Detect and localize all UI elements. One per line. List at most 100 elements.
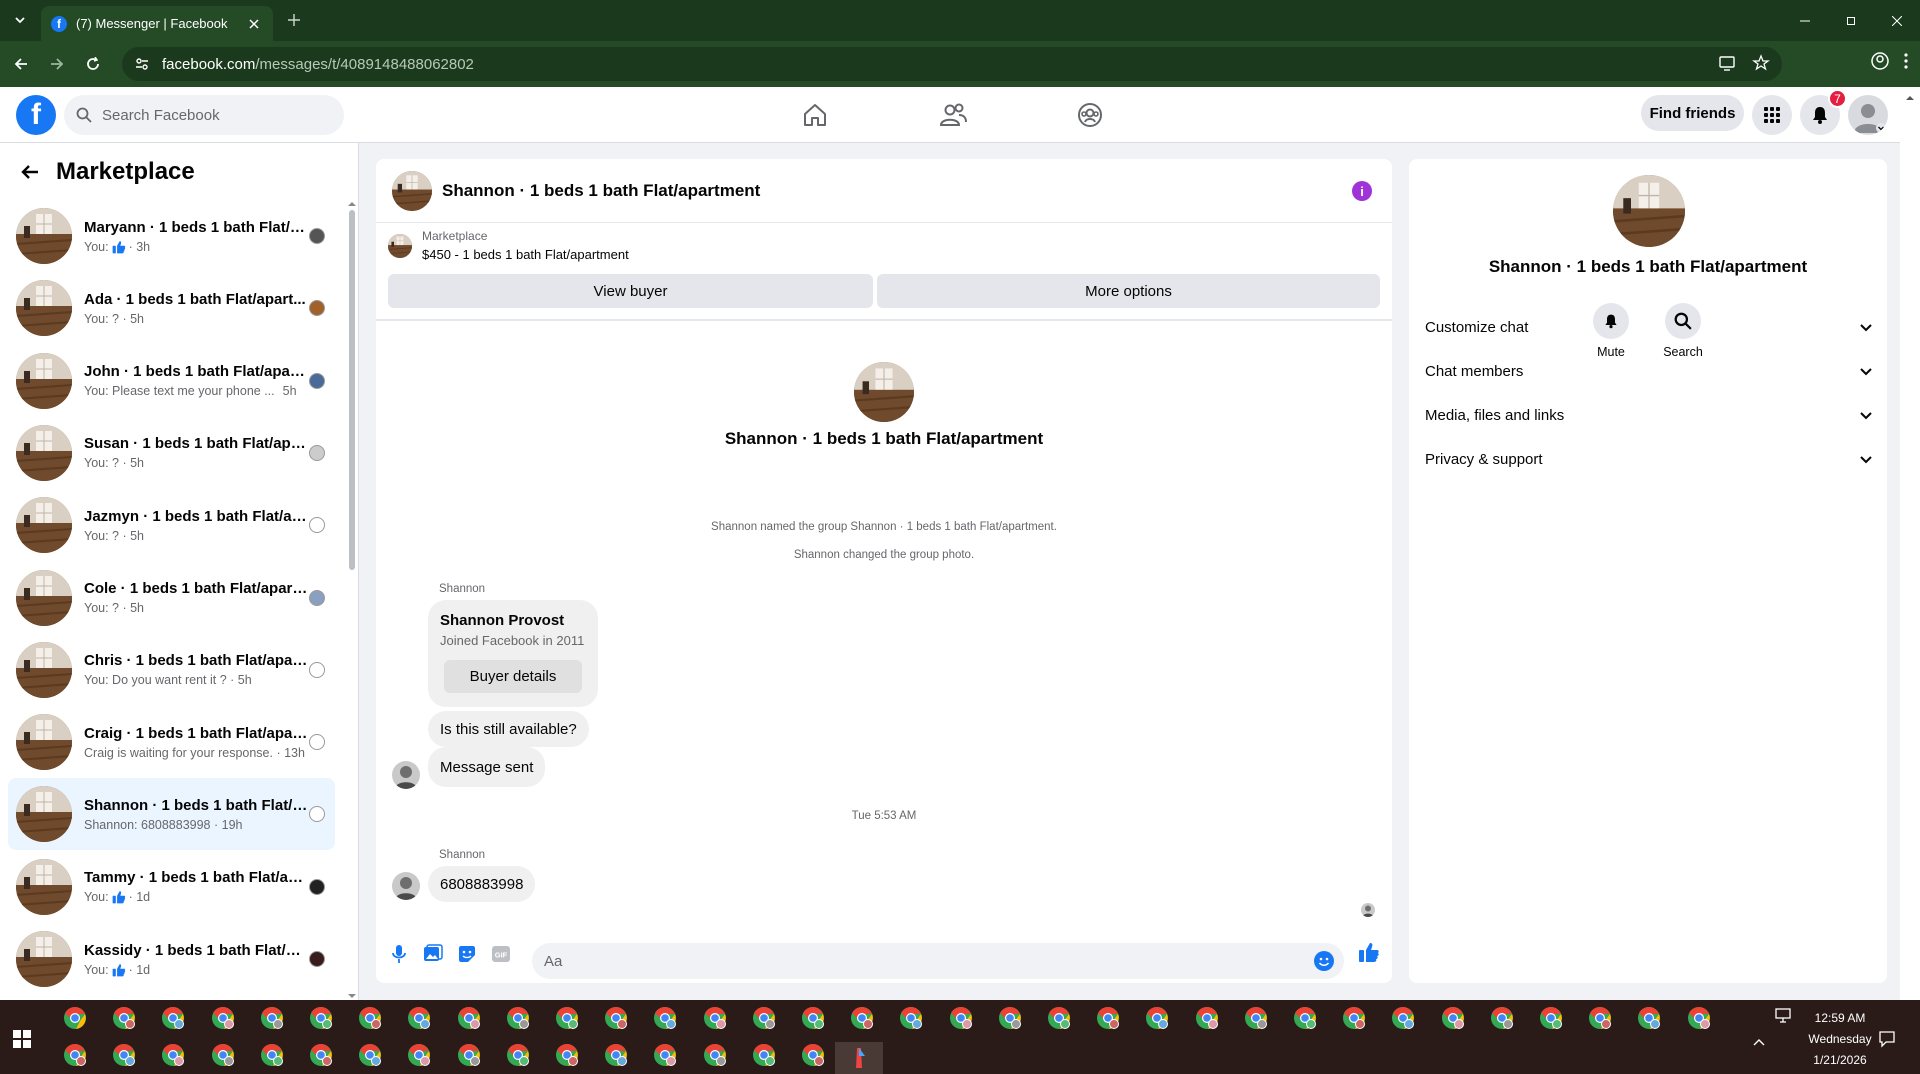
chrome-taskbar-icon[interactable]	[653, 1006, 679, 1032]
chat-header-avatar[interactable]	[392, 170, 432, 211]
chrome-taskbar-icon[interactable]	[1687, 1006, 1713, 1032]
menu-grid-icon[interactable]	[1752, 95, 1792, 135]
chrome-taskbar-icon[interactable]	[1342, 1006, 1368, 1032]
windows-start-icon[interactable]	[10, 1027, 34, 1051]
chrome-taskbar-icon[interactable]	[358, 1006, 384, 1032]
message-input[interactable]: Aa	[532, 943, 1344, 979]
chrome-taskbar-icon[interactable]	[1145, 1006, 1171, 1032]
chrome-taskbar-icon[interactable]	[112, 1043, 138, 1069]
friends-icon[interactable]	[933, 95, 973, 135]
taskbar-clock[interactable]: 12:59 AM Wednesday 1/21/2026	[1790, 1008, 1890, 1071]
page-scrollbar[interactable]	[1900, 87, 1920, 1000]
conversation-item[interactable]: Tammy · 1 beds 1 bath Flat/ap... You: · 1d	[8, 851, 335, 923]
chrome-taskbar-icon[interactable]	[358, 1043, 384, 1069]
minimize-icon[interactable]	[1782, 0, 1828, 41]
chrome-taskbar-icon[interactable]	[1637, 1006, 1663, 1032]
chrome-taskbar-icon[interactable]	[1293, 1006, 1319, 1032]
chrome-taskbar-icon[interactable]	[161, 1043, 187, 1069]
home-icon[interactable]	[795, 95, 835, 135]
chrome-taskbar-icon[interactable]	[161, 1006, 187, 1032]
active-app-taskbar-icon[interactable]	[835, 1042, 883, 1074]
chat-info-icon[interactable]: i	[1352, 181, 1372, 201]
photo-icon[interactable]	[422, 943, 444, 965]
chrome-taskbar-icon[interactable]	[555, 1006, 581, 1032]
chrome-taskbar-icon[interactable]	[1047, 1006, 1073, 1032]
conversation-item[interactable]: Maryann · 1 beds 1 bath Flat/a... You: · 3…	[8, 200, 335, 272]
sender-avatar[interactable]	[392, 761, 420, 789]
bookmark-star-icon[interactable]	[1752, 54, 1770, 72]
chat-title[interactable]: Shannon · 1 beds 1 bath Flat/apartment	[442, 181, 760, 201]
chrome-taskbar-icon[interactable]	[1096, 1006, 1122, 1032]
details-section-toggle[interactable]: Privacy & support	[1425, 441, 1873, 477]
chrome-taskbar-icon[interactable]	[1490, 1006, 1516, 1032]
reload-icon[interactable]	[80, 51, 106, 77]
conversation-list-scrollbar[interactable]	[348, 200, 356, 1000]
back-arrow-icon[interactable]	[20, 162, 40, 182]
facebook-search-input[interactable]: Search Facebook	[64, 95, 344, 135]
chrome-taskbar-icon[interactable]	[801, 1006, 827, 1032]
conversation-item[interactable]: Cole · 1 beds 1 bath Flat/apart... You: ?…	[8, 562, 335, 634]
conversation-item[interactable]: Craig · 1 beds 1 bath Flat/apartm... Crai…	[8, 706, 335, 778]
chrome-taskbar-icon[interactable]	[506, 1043, 532, 1069]
account-avatar[interactable]	[1848, 95, 1888, 135]
chrome-taskbar-icon[interactable]	[1441, 1006, 1467, 1032]
buyer-details-button[interactable]: Buyer details	[444, 660, 582, 693]
chrome-taskbar-icon[interactable]	[899, 1006, 925, 1032]
gif-icon[interactable]: GIF	[490, 943, 512, 965]
sender-avatar[interactable]	[392, 872, 420, 900]
view-buyer-button[interactable]: View buyer	[388, 274, 873, 308]
like-thumbs-up-icon[interactable]	[1358, 941, 1380, 963]
tab-search-chevron-icon[interactable]	[8, 8, 32, 32]
conversation-item[interactable]: John · 1 beds 1 bath Flat/apart... You: P…	[8, 345, 335, 417]
chrome-taskbar-icon[interactable]	[260, 1006, 286, 1032]
chrome-taskbar-icon[interactable]	[309, 1043, 335, 1069]
conversation-item[interactable]: Ada · 1 beds 1 bath Flat/apart... You: ? …	[8, 272, 335, 344]
chrome-taskbar-icon[interactable]	[63, 1006, 89, 1032]
sticker-icon[interactable]	[456, 943, 478, 965]
emoji-icon[interactable]	[1314, 951, 1334, 971]
chrome-taskbar-icon[interactable]	[407, 1006, 433, 1032]
details-section-toggle[interactable]: Media, files and links	[1425, 397, 1873, 433]
forward-arrow-icon[interactable]	[44, 51, 70, 77]
message-bubble[interactable]: Message sent	[428, 747, 546, 787]
close-tab-icon[interactable]	[245, 15, 263, 33]
notification-center-icon[interactable]	[1878, 1030, 1904, 1056]
conversation-item[interactable]: Shannon · 1 beds 1 bath Flat/apa... Shann…	[8, 778, 335, 851]
chrome-taskbar-icon[interactable]	[752, 1006, 778, 1032]
chrome-taskbar-icon[interactable]	[850, 1006, 876, 1032]
details-section-toggle[interactable]: Chat members	[1425, 353, 1873, 389]
chrome-taskbar-icon[interactable]	[1539, 1006, 1565, 1032]
chrome-taskbar-icon[interactable]	[211, 1043, 237, 1069]
chrome-taskbar-icon[interactable]	[1391, 1006, 1417, 1032]
more-options-button[interactable]: More options	[877, 274, 1380, 308]
conversation-item[interactable]: Susan · 1 beds 1 bath Flat/apa... You: ? …	[8, 417, 335, 489]
details-section-toggle[interactable]: Customize chat	[1425, 309, 1873, 345]
address-bar[interactable]: facebook.com/messages/t/4089148488062802	[122, 47, 1782, 81]
chrome-taskbar-icon[interactable]	[260, 1043, 286, 1069]
groups-icon[interactable]	[1070, 95, 1110, 135]
profile-icon[interactable]	[1870, 51, 1890, 71]
chrome-taskbar-icon[interactable]	[555, 1043, 581, 1069]
chrome-taskbar-icon[interactable]	[604, 1006, 630, 1032]
site-info-icon[interactable]	[134, 56, 150, 72]
microphone-icon[interactable]	[388, 943, 410, 965]
chrome-taskbar-icon[interactable]	[653, 1043, 679, 1069]
message-bubble[interactable]: Is this still available?	[428, 711, 589, 747]
conversation-item[interactable]: Kassidy · 1 beds 1 bath Flat/ap... You: · …	[8, 923, 335, 995]
chrome-taskbar-icon[interactable]	[703, 1006, 729, 1032]
chrome-menu-icon[interactable]	[1902, 51, 1910, 71]
chrome-taskbar-icon[interactable]	[457, 1043, 483, 1069]
back-arrow-icon[interactable]	[8, 51, 34, 77]
show-hidden-icons-chevron-icon[interactable]	[1752, 1036, 1778, 1062]
message-bubble[interactable]: 6808883998	[428, 866, 536, 902]
chrome-taskbar-icon[interactable]	[998, 1006, 1024, 1032]
chrome-taskbar-icon[interactable]	[309, 1006, 335, 1032]
chrome-taskbar-icon[interactable]	[752, 1043, 778, 1069]
conversation-item[interactable]: Chris · 1 beds 1 bath Flat/apartm... You:…	[8, 634, 335, 706]
chrome-taskbar-icon[interactable]	[1195, 1006, 1221, 1032]
chrome-taskbar-icon[interactable]	[703, 1043, 729, 1069]
chrome-taskbar-icon[interactable]	[457, 1006, 483, 1032]
new-tab-icon[interactable]	[284, 10, 304, 30]
chrome-taskbar-icon[interactable]	[211, 1006, 237, 1032]
find-friends-button[interactable]: Find friends	[1641, 95, 1744, 131]
